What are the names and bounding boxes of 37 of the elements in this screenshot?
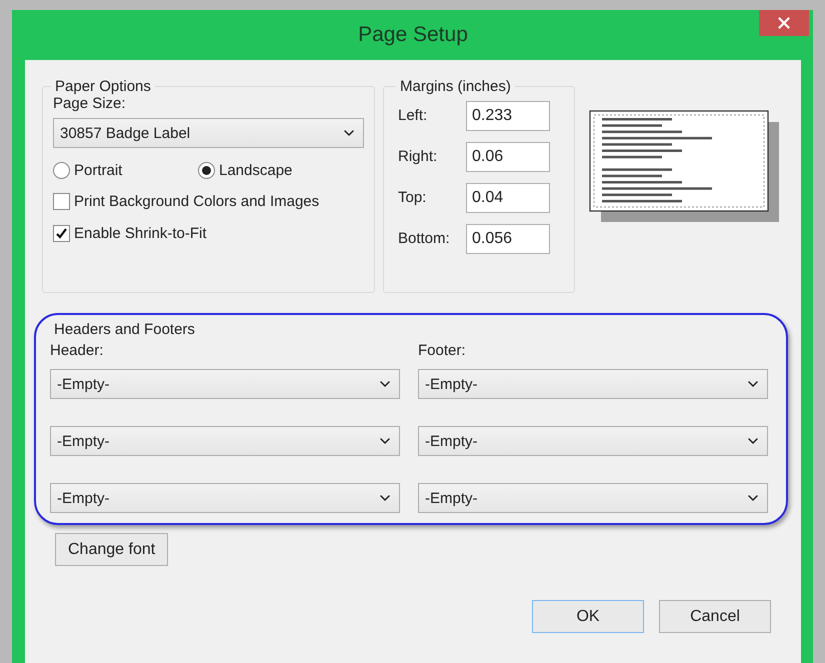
close-button[interactable] — [759, 10, 809, 36]
radio-label: Landscape — [219, 162, 292, 179]
radio-option[interactable]: Landscape — [198, 162, 292, 179]
change-font-button[interactable]: Change font — [55, 533, 168, 566]
footer-dropdown[interactable]: -Empty- — [418, 483, 768, 513]
header-dropdown[interactable]: -Empty- — [50, 426, 400, 456]
footer-dropdown[interactable]: -Empty- — [418, 369, 768, 399]
field-label: Page Size: — [53, 95, 127, 112]
field-label: Top: — [398, 189, 426, 206]
margin-field[interactable]: 0.06 — [466, 142, 550, 172]
field-label: Bottom: — [398, 230, 450, 247]
group-title: Paper Options — [54, 78, 152, 95]
ok-button[interactable]: OK — [532, 600, 644, 633]
footer-dropdown[interactable]: -Empty- — [418, 426, 768, 456]
radio-option[interactable]: Portrait — [53, 162, 198, 179]
page-size-dropdown[interactable]: 30857 Badge Label — [53, 118, 364, 148]
header-dropdown[interactable]: -Empty- — [50, 369, 400, 399]
checkbox[interactable] — [53, 225, 70, 242]
header-dropdown[interactable]: -Empty- — [50, 483, 400, 513]
radio-label: Portrait — [74, 162, 122, 179]
window-title: Page Setup — [358, 23, 468, 47]
radio-button[interactable] — [198, 162, 215, 179]
group-title: Margins (inches) — [399, 78, 512, 95]
field-label: Header: — [50, 342, 104, 361]
field-label: Right: — [398, 148, 438, 165]
checkbox[interactable] — [53, 193, 70, 210]
group-title: Headers and Footers — [54, 321, 196, 338]
margin-field[interactable]: 0.04 — [466, 182, 550, 212]
margin-field[interactable]: 0.233 — [466, 100, 550, 130]
field-label: Left: — [398, 107, 428, 124]
field-label: Footer: — [418, 342, 467, 361]
radio-button[interactable] — [53, 162, 70, 179]
cancel-button[interactable]: Cancel — [659, 600, 771, 633]
checkbox-label: Enable Shrink-to-Fit — [74, 225, 207, 242]
checkbox-label: Print Background Colors and Images — [74, 193, 320, 210]
checkmark-icon — [55, 227, 68, 240]
margin-field[interactable]: 0.056 — [466, 224, 550, 254]
